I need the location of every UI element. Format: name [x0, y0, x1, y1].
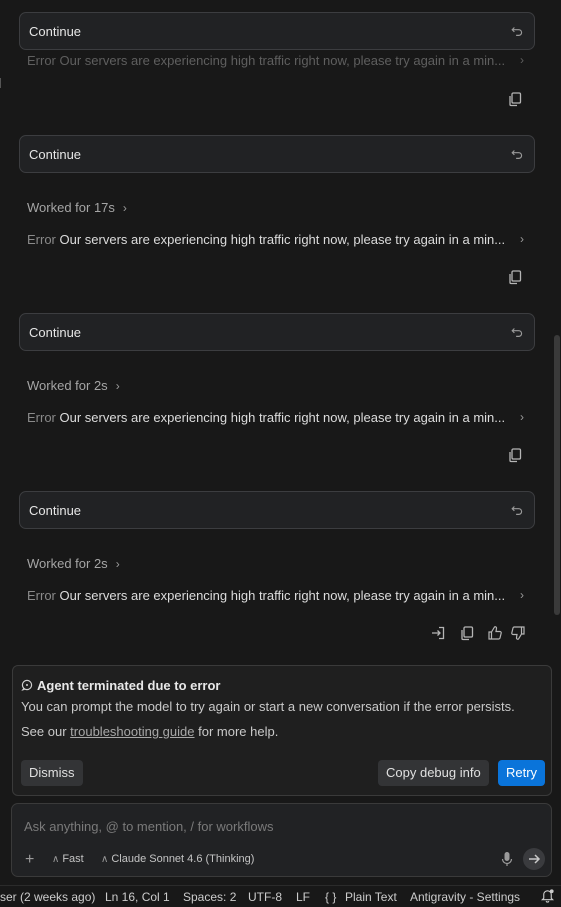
dismiss-button[interactable]: Dismiss	[21, 760, 83, 786]
arrow-right-icon	[529, 854, 541, 864]
chevron-right-icon: ›	[520, 232, 524, 246]
user-message[interactable]: Continue	[19, 313, 535, 351]
agent-status-icon	[21, 679, 33, 691]
undo-icon[interactable]	[510, 325, 524, 339]
agent-error-panel: Agent terminated due to error You can pr…	[12, 665, 552, 796]
user-message[interactable]: Continue	[19, 12, 535, 50]
error-line[interactable]: Error Our servers are experiencing high …	[27, 53, 527, 68]
copy-icon[interactable]	[507, 91, 523, 107]
export-icon[interactable]	[430, 625, 446, 641]
agent-error-help: See our troubleshooting guide for more h…	[21, 724, 278, 739]
user-message-text: Continue	[29, 24, 82, 39]
chevron-right-icon: ›	[115, 379, 120, 393]
braces-icon: { }	[325, 890, 337, 904]
error-text: Our servers are experiencing high traffi…	[59, 410, 506, 425]
chat-input[interactable]: Ask anything, @ to mention, / for workfl…	[11, 803, 552, 877]
chevron-right-icon: ›	[115, 557, 120, 571]
status-bar: ser (2 weeks ago) Ln 16, Col 1 Spaces: 2…	[0, 885, 561, 907]
model-label: Claude Sonnet 4.6 (Thinking)	[111, 853, 255, 865]
error-line[interactable]: Error Our servers are experiencing high …	[27, 232, 527, 247]
agent-error-title: Agent terminated due to error	[21, 678, 220, 693]
status-encoding[interactable]: UTF-8	[248, 890, 282, 904]
help-prefix: See our	[21, 724, 67, 739]
error-line[interactable]: Error Our servers are experiencing high …	[27, 588, 527, 603]
retry-button[interactable]: Retry	[498, 760, 546, 786]
chevron-right-icon: ›	[520, 53, 524, 67]
status-git-blame[interactable]: ser (2 weeks ago)	[0, 890, 95, 904]
user-message[interactable]: Continue	[19, 491, 535, 529]
undo-icon[interactable]	[510, 24, 524, 38]
chat-scroll-area[interactable]: Continue Error Our servers are experienc…	[0, 0, 561, 662]
copy-icon[interactable]	[459, 625, 475, 641]
user-message-text: Continue	[29, 325, 82, 340]
chevron-right-icon: ›	[520, 410, 524, 424]
model-selector[interactable]: ∧ Claude Sonnet 4.6 (Thinking)	[101, 853, 254, 865]
error-label: Error	[27, 410, 56, 425]
user-message-text: Continue	[29, 147, 82, 162]
chevron-up-icon: ∧	[101, 854, 109, 865]
undo-icon[interactable]	[510, 503, 524, 517]
chevron-up-icon: ∧	[52, 854, 60, 865]
thumbs-down-icon[interactable]	[510, 625, 526, 641]
bell-icon[interactable]	[540, 888, 555, 906]
worked-duration[interactable]: Worked for 2s ›	[27, 556, 120, 571]
status-cursor-position[interactable]: Ln 16, Col 1	[105, 890, 170, 904]
worked-label: Worked for 2s	[27, 378, 108, 393]
status-indentation[interactable]: Spaces: 2	[183, 890, 236, 904]
copy-icon[interactable]	[507, 269, 523, 285]
thumbs-up-icon[interactable]	[487, 625, 503, 641]
undo-icon[interactable]	[510, 147, 524, 161]
status-eol[interactable]: LF	[296, 890, 310, 904]
scrollbar-thumb[interactable]	[554, 335, 560, 615]
error-text: Our servers are experiencing high traffi…	[59, 53, 506, 68]
status-language[interactable]: Plain Text	[345, 890, 397, 904]
error-text: Our servers are experiencing high traffi…	[59, 588, 506, 603]
mode-selector[interactable]: ∧ Fast	[52, 853, 84, 865]
agent-error-title-text: Agent terminated due to error	[37, 678, 221, 693]
chevron-right-icon: ›	[122, 201, 127, 215]
mode-label: Fast	[62, 853, 84, 865]
send-button[interactable]	[523, 848, 545, 870]
troubleshooting-link[interactable]: troubleshooting guide	[70, 724, 194, 739]
worked-duration[interactable]: Worked for 2s ›	[27, 378, 120, 393]
worked-duration[interactable]: Worked for 17s ›	[27, 200, 127, 215]
agent-error-body: You can prompt the model to try again or…	[21, 699, 515, 714]
error-label: Error	[27, 53, 56, 68]
error-text: Our servers are experiencing high traffi…	[59, 232, 506, 247]
microphone-icon[interactable]	[500, 851, 514, 867]
error-label: Error	[27, 588, 56, 603]
chevron-right-icon: ›	[520, 588, 524, 602]
worked-label: Worked for 2s	[27, 556, 108, 571]
add-context-icon[interactable]: +	[25, 851, 34, 869]
status-settings[interactable]: Antigravity - Settings	[410, 890, 520, 904]
worked-label: Worked for 17s	[27, 200, 115, 215]
help-suffix: for more help.	[198, 724, 279, 739]
copy-icon[interactable]	[507, 447, 523, 463]
user-message-text: Continue	[29, 503, 82, 518]
user-message[interactable]: Continue	[19, 135, 535, 173]
chat-input-placeholder[interactable]: Ask anything, @ to mention, / for workfl…	[24, 819, 273, 834]
error-line[interactable]: Error Our servers are experiencing high …	[27, 410, 527, 425]
copy-debug-info-button[interactable]: Copy debug info	[378, 760, 489, 786]
error-label: Error	[27, 232, 56, 247]
app-frame: Continue Error Our servers are experienc…	[0, 0, 561, 907]
